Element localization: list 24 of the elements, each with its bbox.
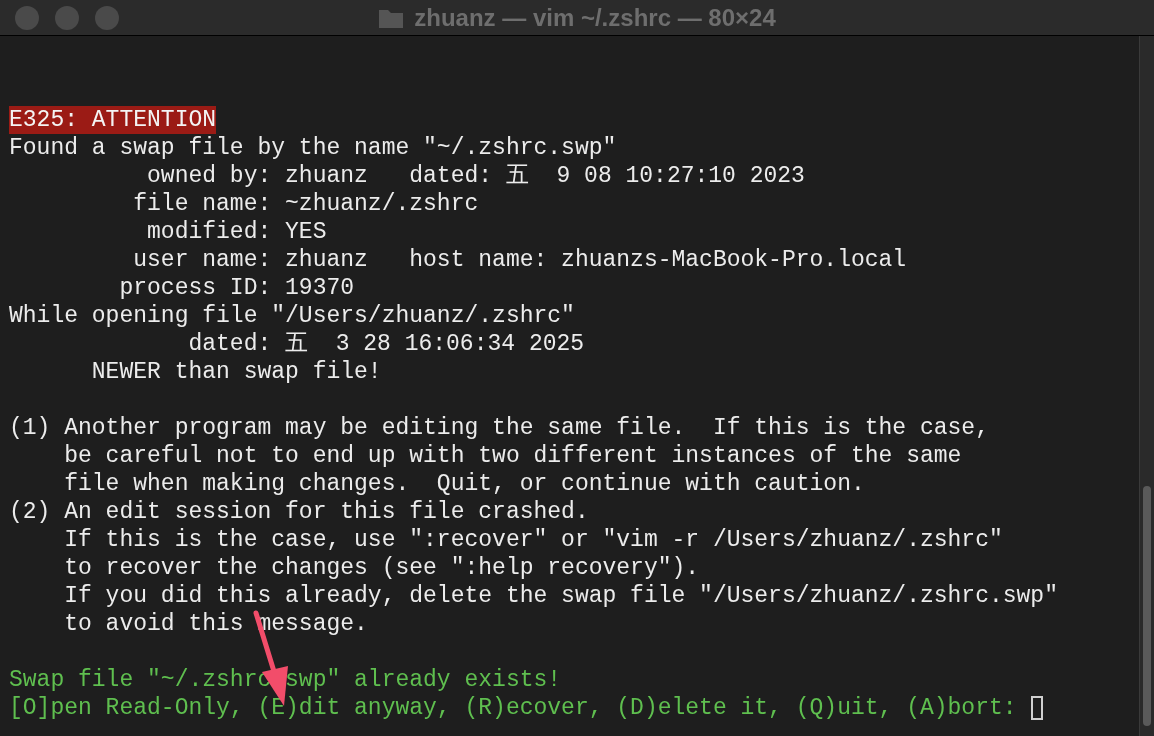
terminal-line: (2) An edit session for this file crashed. bbox=[9, 498, 589, 526]
prompt-line: [O]pen Read-Only, (E)dit anyway, (R)ecover, (D)elete it, (Q)uit, (A)bort: bbox=[9, 694, 1017, 722]
folder-icon bbox=[378, 7, 405, 29]
terminal-line: file name: ~zhuanz/.zshrc bbox=[132, 190, 479, 218]
terminal-line: to recover the changes (see ":help recovery"). bbox=[63, 554, 700, 582]
error-message: E325: ATTENTION bbox=[9, 106, 217, 134]
close-button[interactable] bbox=[15, 5, 39, 30]
terminal-line: If this is the case, use ":recover" or "vim -r /Users/zhuanz/.zshrc" bbox=[63, 526, 1003, 554]
terminal-line: process ID: 19370 bbox=[118, 274, 355, 302]
terminal-line: If you did this already, delete the swap file "/Users/zhuanz/.zshrc.swp" bbox=[63, 582, 1058, 610]
terminal-line: file when making changes. Quit, or continue with caution. bbox=[63, 470, 865, 498]
window-title: zhuanz — vim ~/.zshrc — 80×24 bbox=[414, 3, 776, 33]
terminal-line: owned by: zhuanz dated: 五 9 08 10:27:10 2023 bbox=[146, 162, 805, 190]
zoom-button[interactable] bbox=[95, 5, 119, 30]
minimize-button[interactable] bbox=[55, 5, 79, 30]
terminal-line: be careful not to end up with two different instances of the same bbox=[63, 442, 962, 470]
terminal-line: dated: 五 3 28 16:06:34 2025 bbox=[187, 330, 585, 358]
scroll-thumb[interactable] bbox=[1143, 486, 1151, 726]
terminal-line: modified: YES bbox=[146, 218, 327, 246]
terminal-line: (1) Another program may be editing the same file. If this is the case, bbox=[9, 414, 989, 442]
terminal-line: NEWER than swap file! bbox=[90, 358, 382, 386]
terminal-line: Found a swap file by the name "~/.zshrc.swp" bbox=[9, 134, 617, 162]
terminal-line: While opening file "/Users/zhuanz/.zshrc" bbox=[9, 302, 575, 330]
terminal-line: user name: zhuanz host name: zhuanzs-MacBook-Pro.local bbox=[132, 246, 907, 274]
